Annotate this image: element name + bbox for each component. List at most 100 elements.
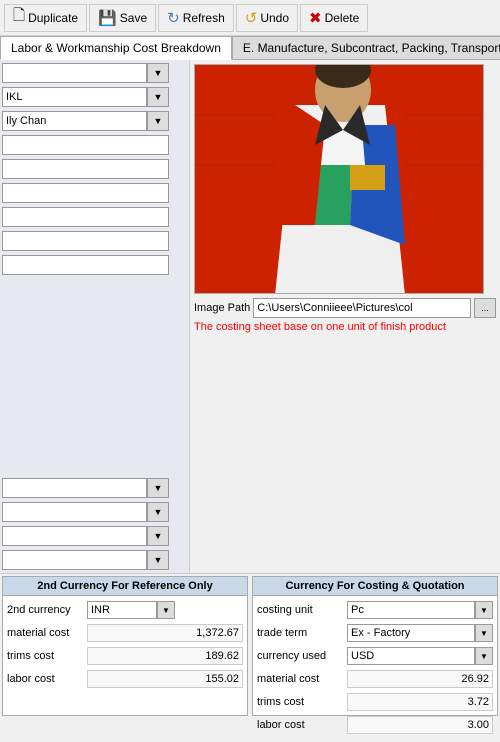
bottom-section: 2nd Currency For Reference Only 2nd curr…	[0, 573, 500, 718]
trade-term-input[interactable]	[347, 624, 475, 642]
field-row-dd2: ▼	[2, 501, 187, 523]
refresh-label: Refresh	[183, 11, 225, 25]
dropdown-btn-7[interactable]: ▼	[147, 550, 169, 570]
delete-label: Delete	[325, 11, 360, 25]
currency-row-selector: 2nd currency ▼	[7, 600, 243, 620]
costing-labor-label: labor cost	[257, 719, 347, 731]
costing-unit-dropdown[interactable]: ▼	[475, 601, 493, 619]
trade-term-label: trade term	[257, 627, 347, 639]
refresh-icon: ↻	[167, 9, 180, 27]
undo-label: Undo	[260, 11, 289, 25]
save-button[interactable]: 💾 Save	[89, 4, 156, 32]
currency-used-row: currency used ▼	[257, 646, 493, 666]
currency-used-input[interactable]	[347, 647, 475, 665]
field-row-ikl: ▼	[2, 86, 187, 108]
labor-cost-label: labor cost	[7, 673, 87, 685]
field-row-empty3	[2, 158, 187, 180]
right-panel: Image Path ... The costing sheet base on…	[190, 60, 500, 573]
costing-note: The costing sheet base on one unit of fi…	[194, 321, 496, 333]
left-panel: ▼ ▼ ▼ ▼	[0, 60, 190, 573]
currency-used-label: currency used	[257, 650, 347, 662]
field-row-empty1: ▼	[2, 62, 187, 84]
field-row-empty5	[2, 206, 187, 228]
material-cost-label: material cost	[7, 627, 87, 639]
dropdown-btn-3[interactable]: ▼	[147, 111, 169, 131]
material-cost-row: material cost 1,372.67	[7, 623, 243, 643]
costing-trims-label: trims cost	[257, 696, 347, 708]
field-input-ilychan[interactable]	[2, 111, 147, 131]
undo-button[interactable]: ↺ Undo	[236, 4, 298, 32]
delete-button[interactable]: ✖ Delete	[300, 4, 368, 32]
field-input-empty5[interactable]	[2, 207, 169, 227]
undo-icon: ↺	[245, 9, 258, 27]
dropdown-btn-6[interactable]: ▼	[147, 526, 169, 546]
costing-material-label: material cost	[257, 673, 347, 685]
currency-used-field: ▼	[347, 647, 493, 665]
image-path-row: Image Path ...	[194, 298, 496, 318]
image-container	[194, 64, 484, 294]
main-content: ▼ ▼ ▼ ▼	[0, 60, 500, 573]
field-input-empty1[interactable]	[2, 63, 147, 83]
material-cost-value: 1,372.67	[87, 624, 243, 642]
labor-cost-value: 155.02	[87, 670, 243, 688]
costing-unit-input[interactable]	[347, 601, 475, 619]
dropdown-btn-2[interactable]: ▼	[147, 87, 169, 107]
image-path-input[interactable]	[253, 298, 471, 318]
tab-bar: Labor & Workmanship Cost Breakdown E. Ma…	[0, 36, 500, 60]
costing-unit-row: costing unit ▼	[257, 600, 493, 620]
duplicate-label: Duplicate	[28, 11, 78, 25]
tab-labor[interactable]: Labor & Workmanship Cost Breakdown	[0, 36, 232, 60]
tab-manufacture[interactable]: E. Manufacture, Subcontract, Packing, Tr…	[232, 36, 500, 59]
delete-icon: ✖	[309, 9, 322, 27]
field-input-empty2[interactable]	[2, 135, 169, 155]
costing-labor-row: labor cost 3.00	[257, 715, 493, 735]
product-image	[195, 65, 484, 294]
dropdown-btn-5[interactable]: ▼	[147, 502, 169, 522]
field-row-dd4: ▼	[2, 549, 187, 571]
field-input-empty6[interactable]	[2, 231, 169, 251]
toolbar: 🗋 Duplicate 💾 Save ↻ Refresh ↺ Undo ✖ De…	[0, 0, 500, 36]
duplicate-icon: 🗋	[13, 5, 25, 30]
costing-panel: Currency For Costing & Quotation costing…	[252, 576, 498, 716]
currency-input[interactable]	[87, 601, 157, 619]
field-row-dd3: ▼	[2, 525, 187, 547]
field-row-ilychan: ▼	[2, 110, 187, 132]
costing-panel-header: Currency For Costing & Quotation	[253, 577, 497, 596]
field-input-ikl[interactable]	[2, 87, 147, 107]
image-path-label: Image Path	[194, 302, 250, 314]
trade-term-dropdown[interactable]: ▼	[475, 624, 493, 642]
currency-used-dropdown[interactable]: ▼	[475, 647, 493, 665]
costing-panel-body: costing unit ▼ trade term ▼ currency use…	[253, 596, 497, 742]
field-row-empty6	[2, 230, 187, 252]
field-input-dd4[interactable]	[2, 550, 147, 570]
costing-material-row: material cost 26.92	[257, 669, 493, 689]
field-input-dd3[interactable]	[2, 526, 147, 546]
trims-cost-value: 189.62	[87, 647, 243, 665]
costing-labor-value: 3.00	[347, 716, 493, 734]
field-row-empty7	[2, 254, 187, 276]
costing-unit-field: ▼	[347, 601, 493, 619]
field-input-dd1[interactable]	[2, 478, 147, 498]
field-input-dd2[interactable]	[2, 502, 147, 522]
costing-trims-value: 3.72	[347, 693, 493, 711]
trims-cost-row: trims cost 189.62	[7, 646, 243, 666]
image-browse-button[interactable]: ...	[474, 298, 496, 318]
field-input-empty4[interactable]	[2, 183, 169, 203]
currency-panel: 2nd Currency For Reference Only 2nd curr…	[2, 576, 248, 716]
duplicate-button[interactable]: 🗋 Duplicate	[4, 4, 87, 32]
currency-panel-header: 2nd Currency For Reference Only	[3, 577, 247, 596]
save-icon: 💾	[98, 9, 117, 27]
field-input-empty7[interactable]	[2, 255, 169, 275]
currency-dropdown-btn[interactable]: ▼	[157, 601, 175, 619]
field-row-empty4	[2, 182, 187, 204]
currency-panel-body: 2nd currency ▼ material cost 1,372.67 tr…	[3, 596, 247, 696]
trade-term-field: ▼	[347, 624, 493, 642]
trade-term-row: trade term ▼	[257, 623, 493, 643]
field-input-empty3[interactable]	[2, 159, 169, 179]
labor-cost-row: labor cost 155.02	[7, 669, 243, 689]
dropdown-btn-4[interactable]: ▼	[147, 478, 169, 498]
dropdown-btn-1[interactable]: ▼	[147, 63, 169, 83]
field-row-empty2	[2, 134, 187, 156]
field-row-dd1: ▼	[2, 477, 187, 499]
refresh-button[interactable]: ↻ Refresh	[158, 4, 234, 32]
